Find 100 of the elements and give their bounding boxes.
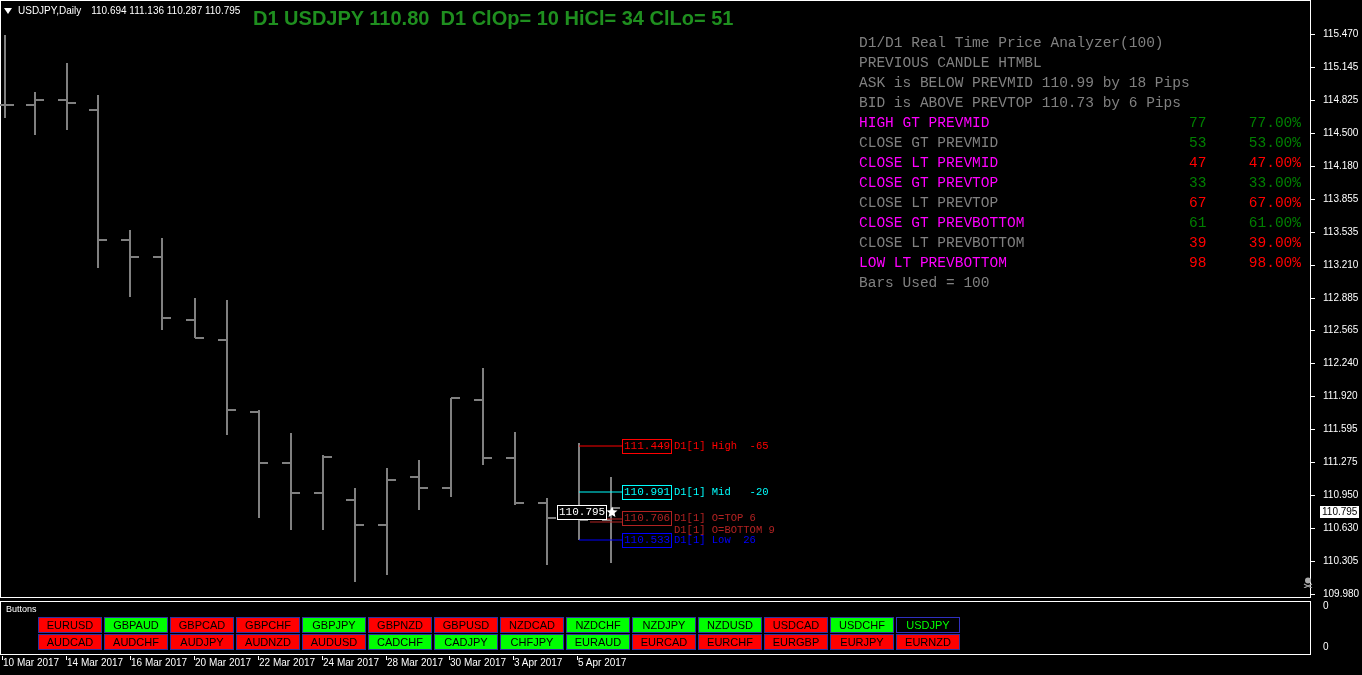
panel-title: Buttons (6, 604, 37, 615)
symbol-button[interactable]: EURNZD (896, 634, 960, 650)
date-tick: 20 Mar 2017 (195, 657, 252, 669)
stat-label: CLOSE LT PREVMID (859, 154, 1000, 173)
price-tick: 112.885 (1323, 291, 1359, 304)
level-label: D1[1] Low 26 (674, 534, 756, 546)
stat-percent: 39.00% (1247, 234, 1301, 253)
stat-count: 53 (1189, 134, 1208, 153)
analyzer-line: PREVIOUS CANDLE HTMBL (859, 54, 1042, 73)
date-tick: 14 Mar 2017 (67, 657, 124, 669)
current-price-marker: 110.795 (1320, 506, 1360, 518)
symbol-button[interactable]: AUDUSD (302, 634, 366, 650)
date-tick: 24 Mar 2017 (323, 657, 380, 669)
price-tick: 109.980 (1323, 587, 1360, 600)
price-label: 111.449 (622, 439, 673, 454)
symbol-button[interactable]: AUDJPY (170, 634, 234, 650)
level-label: D1[1] O=TOP 6 (674, 512, 756, 524)
price-tick: 113.535 (1323, 225, 1359, 238)
date-tick: 30 Mar 2017 (450, 657, 507, 669)
symbol-button[interactable]: CADCHF (368, 634, 432, 650)
price-label: 110.706 (622, 511, 673, 526)
symbol-button[interactable]: GBPNZD (368, 617, 432, 633)
symbol-button[interactable]: EURGBP (764, 634, 828, 650)
stat-percent: 67.00% (1247, 194, 1301, 213)
symbol-button[interactable]: USDCHF (830, 617, 894, 633)
price-tick: 115.470 (1323, 28, 1359, 40)
price-tick: 110.305 (1323, 555, 1359, 568)
price-tick: 110.950 (1323, 489, 1359, 502)
date-tick: 28 Mar 2017 (387, 657, 444, 669)
stat-label: CLOSE GT PREVBOTTOM (859, 214, 1026, 233)
symbol-label: USDJPY,Daily (18, 4, 82, 18)
axis-tick: 0 (1323, 641, 1329, 653)
symbol-button[interactable]: EURJPY (830, 634, 894, 650)
date-tick: 3 Apr 2017 (514, 657, 563, 669)
price-label: 110.991 (622, 485, 673, 500)
headline-text: D1 USDJPY 110.80 D1 ClOp= 10 HiCl= 34 ClLo= 51 (253, 7, 734, 29)
stat-percent: 53.00% (1247, 134, 1301, 153)
symbol-button[interactable]: USDCAD (764, 617, 828, 633)
price-tick: 112.565 (1323, 324, 1359, 337)
ohlc-values: 110.694 111.136 110.287 110.795 (91, 4, 241, 18)
symbol-button[interactable]: CHFJPY (500, 634, 564, 650)
symbol-button[interactable]: EURCHF (698, 634, 762, 650)
stat-percent: 77.00% (1247, 114, 1301, 133)
stat-count: 33 (1189, 174, 1208, 193)
star-icon (606, 506, 618, 518)
price-tick: 115.145 (1323, 60, 1359, 73)
stat-label: CLOSE GT PREVTOP (859, 174, 1000, 193)
skull-icon (1303, 577, 1313, 588)
stat-count: 47 (1189, 154, 1208, 173)
price-tag: 110.795 (557, 505, 608, 520)
symbol-button[interactable]: NZDCHF (566, 617, 630, 633)
symbol-button[interactable]: USDJPY (896, 617, 960, 633)
stat-count: 61 (1189, 214, 1208, 233)
price-tick: 113.855 (1323, 192, 1359, 205)
stat-percent: 98.00% (1247, 254, 1301, 273)
stat-label: HIGH GT PREVMID (859, 114, 991, 133)
price-tick: 114.180 (1323, 159, 1359, 172)
price-tick: 112.240 (1323, 357, 1359, 370)
symbol-button[interactable]: AUDNZD (236, 634, 300, 650)
bars-used-text: Bars Used = 100 (859, 274, 990, 293)
date-tick: 10 Mar 2017 (3, 657, 60, 669)
symbol-button[interactable]: EURUSD (38, 617, 102, 633)
dropdown-icon[interactable] (4, 7, 12, 14)
stat-label: LOW LT PREVBOTTOM (859, 254, 1008, 273)
symbol-button[interactable]: NZDJPY (632, 617, 696, 633)
stat-percent: 33.00% (1247, 174, 1301, 193)
stat-label: CLOSE LT PREVBOTTOM (859, 234, 1026, 253)
stat-count: 98 (1189, 254, 1208, 273)
price-tick: 114.825 (1323, 93, 1359, 106)
symbol-button[interactable]: CADJPY (434, 634, 498, 650)
level-label: D1[1] High -65 (674, 440, 769, 452)
stat-label: CLOSE GT PREVMID (859, 134, 1000, 153)
symbol-button[interactable]: EURAUD (566, 634, 630, 650)
stat-count: 39 (1189, 234, 1208, 253)
price-tick: 111.595 (1323, 423, 1358, 436)
price-label: 110.533 (622, 533, 673, 548)
price-tick: 111.920 (1323, 390, 1358, 403)
stat-label: CLOSE LT PREVTOP (859, 194, 1000, 213)
price-tick: 114.500 (1323, 126, 1359, 139)
symbol-button[interactable]: GBPCAD (170, 617, 234, 633)
analyzer-line: D1/D1 Real Time Price Analyzer(100) (859, 34, 1164, 53)
price-tick: 110.630 (1323, 522, 1359, 535)
symbol-button[interactable]: NZDCAD (500, 617, 564, 633)
symbol-button[interactable]: GBPJPY (302, 617, 366, 633)
symbol-button[interactable]: AUDCHF (104, 634, 168, 650)
date-tick: 16 Mar 2017 (131, 657, 188, 669)
stat-count: 67 (1189, 194, 1208, 213)
date-tick: 22 Mar 2017 (259, 657, 316, 669)
level-label: D1[1] O=BOTTOM 9 (674, 524, 775, 536)
stat-count: 77 (1189, 114, 1208, 133)
symbol-button[interactable]: GBPUSD (434, 617, 498, 633)
symbol-button[interactable]: GBPCHF (236, 617, 300, 633)
symbol-button[interactable]: GBPAUD (104, 617, 168, 633)
price-tick: 111.275 (1323, 456, 1358, 469)
symbol-button[interactable]: AUDCAD (38, 634, 102, 650)
stat-percent: 61.00% (1247, 214, 1301, 233)
symbol-button[interactable]: NZDUSD (698, 617, 762, 633)
stat-percent: 47.00% (1247, 154, 1301, 173)
date-tick: 5 Apr 2017 (578, 657, 627, 669)
symbol-button[interactable]: EURCAD (632, 634, 696, 650)
